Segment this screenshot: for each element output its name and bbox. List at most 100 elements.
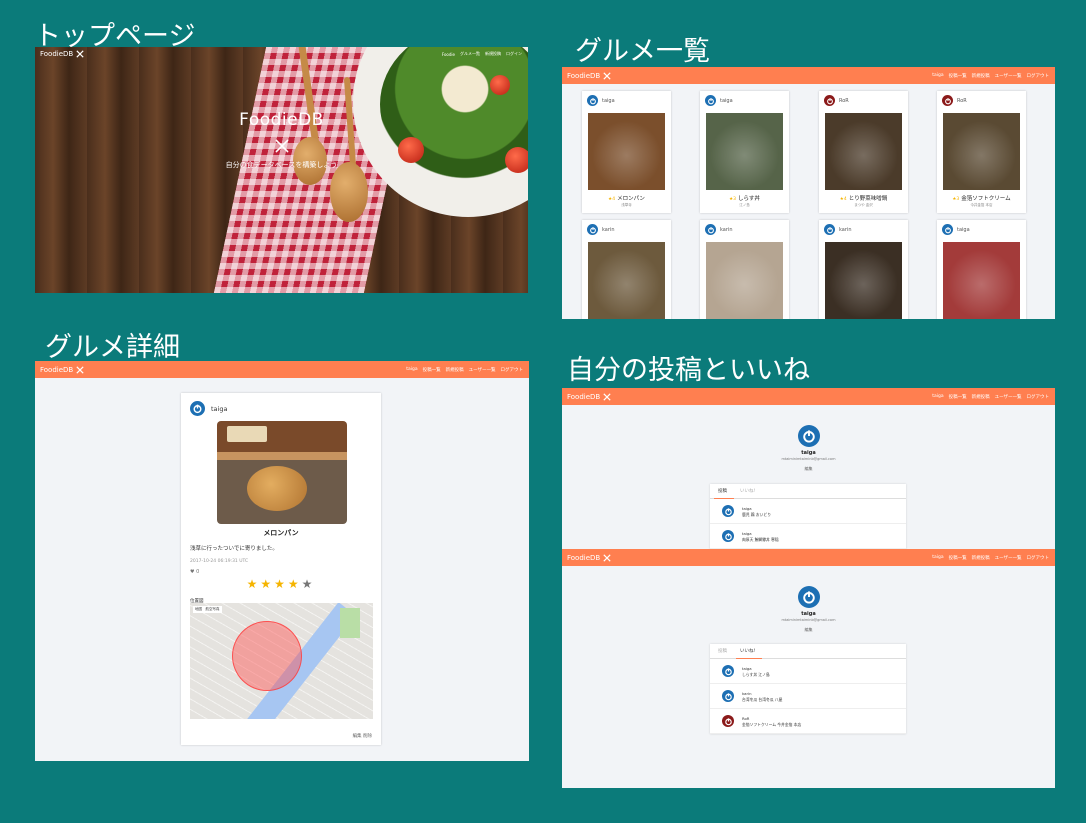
- fork-knife-icon: [603, 553, 611, 562]
- gourmet-card[interactable]: taiga ★4 メロンパン 浅草寺: [582, 91, 671, 213]
- list-item[interactable]: taiga しらす丼 江ノ島: [710, 659, 906, 684]
- brand-logo[interactable]: FoodieDB: [567, 554, 611, 562]
- list-item[interactable]: taiga 肉厚天 鮪鰤鯵丼 寒稲: [710, 524, 906, 549]
- star-icon: ★: [260, 577, 275, 591]
- nav-user[interactable]: taiga: [932, 394, 943, 399]
- nav-user[interactable]: taiga: [932, 73, 943, 78]
- nav-link[interactable]: 新規投稿: [485, 51, 501, 57]
- card-shop: 今井金箔 本店: [970, 203, 993, 207]
- tab-likes[interactable]: いいね!: [740, 488, 755, 494]
- card-user[interactable]: karin: [705, 224, 733, 235]
- food-photo[interactable]: [706, 113, 783, 190]
- list-item-user: karin: [742, 691, 752, 696]
- avatar: [722, 715, 734, 727]
- nav-users[interactable]: ユーザー一覧: [995, 555, 1022, 561]
- card-user[interactable]: RoR: [824, 95, 849, 106]
- like-button[interactable]: ♥ 0: [190, 569, 199, 575]
- nav-users[interactable]: ユーザー一覧: [995, 73, 1022, 79]
- nav-users[interactable]: ユーザー一覧: [995, 394, 1022, 400]
- avatar: [587, 95, 598, 106]
- food-photo[interactable]: [588, 242, 665, 319]
- card-shop: 浅草寺: [621, 203, 632, 207]
- card-username: taiga: [957, 226, 970, 233]
- profile-avatar: [798, 586, 820, 608]
- card-title: ★4 とり野菜味噌鍋: [819, 194, 908, 202]
- avatar: [824, 95, 835, 106]
- nav-user[interactable]: taiga: [932, 555, 943, 560]
- gourmet-card[interactable]: karin: [819, 220, 908, 319]
- food-photo[interactable]: [943, 113, 1020, 190]
- list-item[interactable]: taiga 鹿児 鶏 おいどり: [710, 499, 906, 524]
- food-photo[interactable]: [588, 113, 665, 190]
- edit-delete-links[interactable]: 編集 削除: [353, 733, 372, 739]
- tab-posts[interactable]: 投稿: [718, 648, 727, 654]
- food-photo[interactable]: [825, 242, 902, 319]
- food-photo[interactable]: [825, 113, 902, 190]
- card-rating: ★3: [952, 197, 960, 202]
- nav-users[interactable]: ユーザー一覧: [469, 367, 496, 373]
- map-type-toggle[interactable]: 地図 航空写真: [193, 606, 222, 613]
- list-item[interactable]: RoR 金箔ソフトクリーム 今井金箔 本店: [710, 709, 906, 734]
- gourmet-card[interactable]: taiga: [937, 220, 1026, 319]
- food-photo[interactable]: [706, 242, 783, 319]
- card-title-text: とり野菜味噌鍋: [848, 196, 888, 202]
- fork-knife-icon: [35, 138, 528, 158]
- fork-knife-icon: [76, 50, 84, 58]
- nav-new[interactable]: 新規投稿: [972, 555, 990, 561]
- nav-logout[interactable]: ログアウト: [1027, 555, 1050, 561]
- card-user[interactable]: RoR: [942, 95, 967, 106]
- card-title: ★4 メロンパン: [582, 194, 671, 202]
- fork-knife-icon: [603, 71, 611, 80]
- list-item-user: RoR: [742, 716, 750, 721]
- card-user[interactable]: karin: [587, 224, 615, 235]
- tab-likes[interactable]: いいね!: [740, 648, 755, 654]
- nav-user[interactable]: taiga: [406, 367, 417, 372]
- brand-logo[interactable]: FoodieDB: [567, 393, 611, 401]
- avatar: [942, 95, 953, 106]
- brand-logo[interactable]: FoodieDB: [40, 50, 84, 58]
- gourmet-card[interactable]: taiga ★3 しらす丼 江ノ島: [700, 91, 789, 213]
- brand-logo[interactable]: FoodieDB: [567, 72, 611, 80]
- nav-posts[interactable]: 投稿一覧: [949, 394, 967, 400]
- nav-logout[interactable]: ログアウト: [501, 367, 524, 373]
- brand-name: FoodieDB: [567, 553, 601, 562]
- nav-posts[interactable]: 投稿一覧: [423, 367, 441, 373]
- card-user[interactable]: taiga: [705, 95, 733, 106]
- card-username: RoR: [957, 97, 967, 104]
- detail-card: taiga メロンパン 浅草に行ったついでに寄りました。 2017-10-24 …: [181, 393, 381, 745]
- nav-new[interactable]: 新規投稿: [972, 394, 990, 400]
- tab-posts[interactable]: 投稿: [718, 488, 727, 494]
- list-item-user: taiga: [742, 506, 752, 511]
- profile-edit-link[interactable]: 編集: [562, 627, 1055, 633]
- gourmet-card[interactable]: RoR ★3 金箔ソフトクリーム 今井金箔 本店: [937, 91, 1026, 213]
- card-title: ★3 しらす丼: [700, 194, 789, 202]
- nav-posts[interactable]: 投稿一覧: [949, 555, 967, 561]
- nav-logout[interactable]: ログアウト: [1027, 73, 1050, 79]
- brand-name: FoodieDB: [40, 365, 74, 374]
- card-user[interactable]: taiga: [587, 95, 615, 106]
- hero-title: FoodieDB: [239, 110, 324, 130]
- heart-icon: ♥: [190, 569, 195, 575]
- nav-posts[interactable]: 投稿一覧: [949, 73, 967, 79]
- profile-edit-link[interactable]: 編集: [562, 466, 1055, 472]
- like-count: 0: [196, 569, 200, 575]
- nav-logout[interactable]: ログアウト: [1027, 394, 1050, 400]
- detail-user[interactable]: taiga: [190, 401, 227, 416]
- nav-new[interactable]: 新規投稿: [972, 73, 990, 79]
- location-map[interactable]: 地図 航空写真: [190, 603, 373, 719]
- nav-link[interactable]: ログイン: [506, 51, 522, 57]
- nav-link[interactable]: グルメ一覧: [460, 51, 480, 57]
- gourmet-card[interactable]: karin: [582, 220, 671, 319]
- gourmet-card[interactable]: RoR ★4 とり野菜味噌鍋 まつや 金沢: [819, 91, 908, 213]
- brand-logo[interactable]: FoodieDB: [40, 366, 84, 374]
- star-icon: ★: [246, 577, 261, 591]
- nav-new[interactable]: 新規投稿: [446, 367, 464, 373]
- card-user[interactable]: taiga: [942, 224, 970, 235]
- list-item-title: 台湾冬瓜 台湾冬瓜 八屋: [742, 697, 783, 702]
- card-shop: 江ノ島: [739, 203, 750, 207]
- list-item[interactable]: karin 台湾冬瓜 台湾冬瓜 八屋: [710, 684, 906, 709]
- food-photo[interactable]: [943, 242, 1020, 319]
- nav-link[interactable]: Foodie: [442, 52, 455, 57]
- gourmet-card[interactable]: karin: [700, 220, 789, 319]
- card-user[interactable]: karin: [824, 224, 852, 235]
